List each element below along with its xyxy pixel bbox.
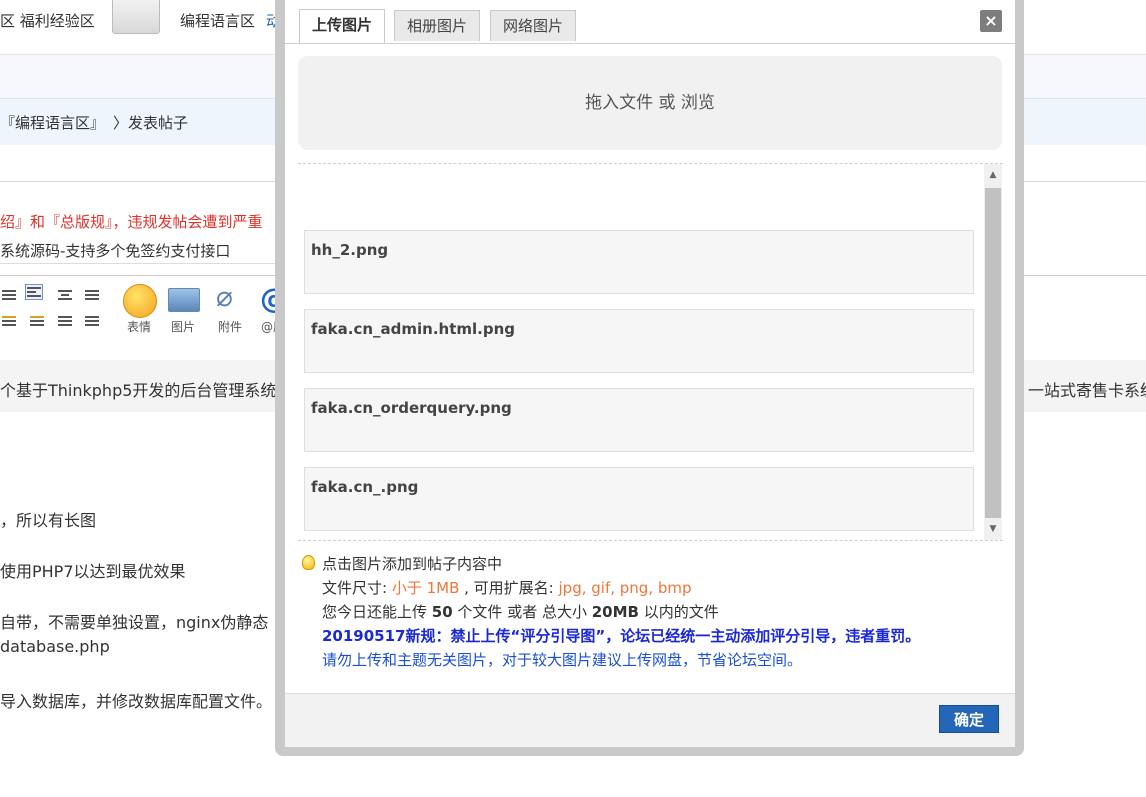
file-item[interactable]: faka.cn_orderquery.png (304, 388, 974, 452)
info-hint: 点击图片添加到帖子内容中 (322, 555, 503, 573)
content-line-4: 自带，不需要单独设置，nginx伪静态 (0, 613, 269, 632)
float-left-icon[interactable] (0, 313, 18, 329)
tab-album-image[interactable]: 相册图片 (394, 10, 481, 41)
content-line-1-end: 一站式寄售卡系统 (1028, 381, 1146, 400)
align-center-icon[interactable] (56, 287, 74, 303)
scroll-up-arrow-icon[interactable]: ▲ (984, 164, 1002, 186)
info-advice: 请勿上传和主题无关图片，对于较大图片建议上传网盘，节省论坛空间。 (322, 651, 803, 669)
dialog-footer: 确定 (285, 693, 1015, 747)
attachment-label[interactable]: 附件 (213, 318, 247, 335)
image-upload-dialog: 上传图片 相册图片 网络图片 × 拖入文件 或 浏览 hh_2.png faka… (285, 0, 1015, 747)
ordered-list-icon[interactable] (56, 313, 74, 329)
float-right-icon[interactable] (28, 313, 46, 329)
info-size-ext: 文件尺寸: 小于 1MB , 可用扩展名: jpg, gif, png, bmp (322, 579, 692, 597)
notice-rules[interactable]: 绍』和『总版规』 (0, 213, 113, 231)
breadcrumb-post: 〉发表帖子 (113, 114, 189, 132)
notice-warning: ，违规发帖会遭到严重 (112, 213, 263, 231)
dialog-tab-bar: 上传图片 相册图片 网络图片 × (285, 0, 1015, 44)
posting-notice: 绍』和『总版规』，违规发帖会遭到严重 (0, 211, 263, 232)
confirm-button[interactable]: 确定 (939, 705, 999, 733)
align-left-icon[interactable] (25, 284, 43, 300)
info-new-rule: 20190517新规：禁止上传“评分引导图”，论坛已经统一主动添加评分引导，违者… (322, 627, 921, 645)
unordered-list-icon[interactable] (83, 313, 101, 329)
emoji-icon[interactable] (123, 284, 157, 318)
file-name: faka.cn_.png (311, 478, 419, 496)
forum-link-welfare[interactable]: 区 福利经验区 (0, 10, 95, 31)
content-line-2: ，所以有长图 (0, 511, 97, 530)
subject-input[interactable]: 系统源码-支持多个免签约支付接口 (0, 240, 300, 264)
attachment-icon[interactable]: ⌀ (216, 282, 242, 312)
tab-upload-image[interactable]: 上传图片 (299, 9, 386, 43)
file-list-scrollbar[interactable]: ▲ ▼ (984, 164, 1002, 540)
close-icon[interactable]: × (980, 10, 1002, 32)
info-quota: 您今日还能上传 50 个文件 或者 总大小 20MB 以内的文件 (322, 603, 719, 621)
file-item[interactable]: hh_2.png (304, 230, 974, 294)
image-label[interactable]: 图片 (166, 318, 200, 335)
lightbulb-icon (302, 555, 315, 570)
emoji-label[interactable]: 表情 (122, 318, 156, 335)
image-icon[interactable] (168, 288, 200, 312)
file-name: faka.cn_admin.html.png (311, 320, 515, 338)
file-dropzone[interactable]: 拖入文件 或 浏览 (298, 56, 1002, 150)
tab-web-image[interactable]: 网络图片 (490, 10, 577, 41)
content-line-6: 导入数据库，并修改数据库配置文件。 (0, 692, 273, 711)
scroll-down-arrow-icon[interactable]: ▼ (984, 518, 1002, 540)
file-name: faka.cn_orderquery.png (311, 399, 512, 417)
content-line-3: 使用PHP7以达到最优效果 (0, 562, 186, 581)
content-line-5: database.php (0, 637, 110, 656)
breadcrumb-forum[interactable]: 『编程语言区』 (0, 112, 105, 133)
file-name: hh_2.png (311, 241, 389, 259)
scroll-thumb[interactable] (985, 188, 1001, 518)
forum-box-icon (112, 0, 160, 34)
forum-link-programming[interactable]: 编程语言区 (180, 10, 255, 31)
file-item[interactable]: faka.cn_admin.html.png (304, 309, 974, 373)
file-item[interactable]: faka.cn_.png (304, 467, 974, 531)
align-right-icon[interactable] (0, 287, 18, 303)
uploaded-file-list: hh_2.png faka.cn_admin.html.png faka.cn_… (298, 163, 1003, 541)
align-justify-icon[interactable] (83, 287, 101, 303)
content-line-1: 个基于Thinkphp5开发的后台管理系统 (0, 381, 277, 400)
